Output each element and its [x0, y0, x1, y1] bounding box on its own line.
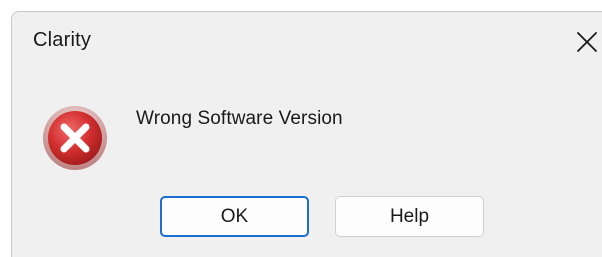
message-dialog: Clarity Wrong Software Version OK Help [11, 11, 602, 257]
close-icon [577, 32, 597, 52]
close-button[interactable] [569, 26, 602, 58]
ok-button[interactable]: OK [160, 196, 309, 237]
dialog-message: Wrong Software Version [136, 108, 343, 129]
help-button[interactable]: Help [335, 196, 484, 237]
ok-button-label: OK [220, 205, 249, 227]
error-icon [43, 106, 107, 170]
title-bar: Clarity [12, 12, 602, 70]
dialog-title: Clarity [33, 29, 92, 51]
help-button-label: Help [389, 205, 430, 227]
